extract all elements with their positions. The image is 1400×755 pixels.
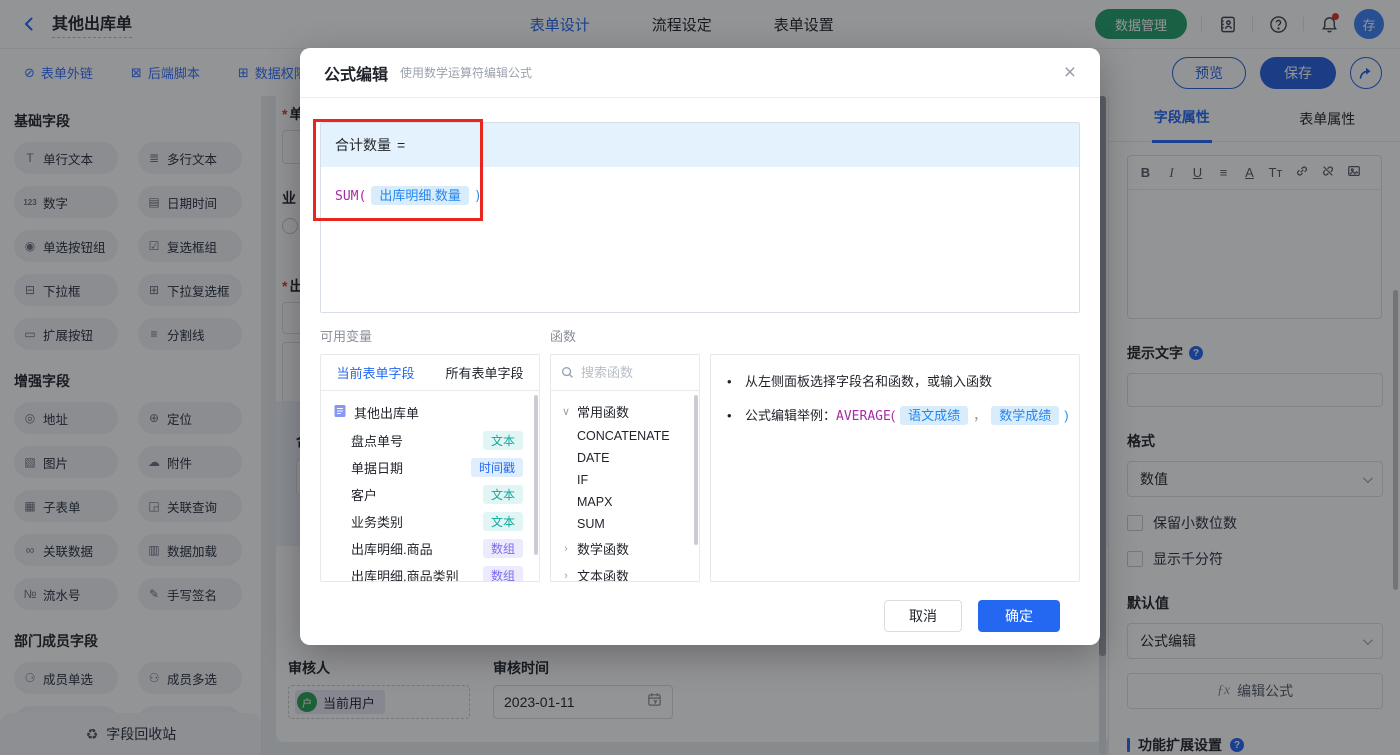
variable-type-tag: 数组: [482, 566, 523, 581]
app: 其他出库单 表单设计 流程设定 表单设置 数据管理 存 ⊘ 表单外链 ⊠ 后端脚…: [0, 0, 1400, 755]
function-search-input[interactable]: [581, 365, 681, 380]
variable-name: 盘点单号: [351, 434, 404, 449]
variables-label: 可用变量: [320, 329, 373, 344]
variable-name: 单据日期: [351, 461, 404, 476]
example-field-chip: 数学成绩: [991, 406, 1060, 425]
function-group-label: 常用函数: [577, 405, 630, 420]
function-group[interactable]: ∨ 常用函数: [551, 398, 699, 425]
function-item[interactable]: CONCATENATE: [551, 425, 699, 447]
cancel-button[interactable]: 取消: [884, 600, 962, 632]
formula-editor-area[interactable]: 合计数量 = SUM(出库明细.数量): [320, 122, 1080, 313]
function-item[interactable]: SUM: [551, 513, 699, 535]
modal-header: 公式编辑 使用数学运算符编辑公式 ×: [300, 48, 1100, 98]
function-item[interactable]: IF: [551, 469, 699, 491]
variable-item[interactable]: 客户 文本: [321, 481, 539, 508]
chevron-right-icon: ›: [564, 569, 568, 582]
formula-expression[interactable]: SUM(出库明细.数量): [321, 167, 1079, 222]
variable-type-tag: 文本: [482, 512, 523, 531]
help-panel: 从左侧面板选择字段名和函数，或输入函数 公式编辑举例：AVERAGE(语文成绩，…: [710, 354, 1080, 582]
search-icon: [561, 366, 573, 378]
variable-type-tag: 数组: [482, 539, 523, 558]
chevron-right-icon: ›: [564, 542, 568, 555]
modal-title: 公式编辑: [324, 66, 389, 84]
modal-subtitle: 使用数学运算符编辑公式: [400, 66, 533, 80]
variable-item[interactable]: 出库明细.商品 数组: [321, 535, 539, 562]
variable-type-tag: 时间戳: [470, 458, 523, 477]
variables-scrollbar-thumb[interactable]: [534, 395, 538, 555]
variable-type-tag: 文本: [482, 431, 523, 450]
tab-current-form-fields[interactable]: 当前表单字段: [321, 355, 430, 390]
modal-body: 合计数量 = SUM(出库明细.数量) 可用变量 函数 当前表单字段 所有表单字…: [300, 98, 1100, 632]
variables-tabs: 当前表单字段 所有表单字段: [321, 355, 539, 391]
tab-all-form-fields[interactable]: 所有表单字段: [430, 355, 539, 390]
function-group-label: 数学函数: [577, 542, 630, 557]
functions-label: 函数: [550, 329, 577, 344]
variable-list: 其他出库单 盘点单号 文本 单据日期 时间戳 客户 文本 业务类别 文本 出库明细.商品 数组 出库明…: [321, 391, 539, 582]
function-group[interactable]: › 文本函数: [551, 562, 699, 582]
help-example: 公式编辑举例：AVERAGE(语文成绩，数学成绩): [711, 405, 1071, 428]
variable-item[interactable]: 业务类别 文本: [321, 508, 539, 535]
variable-root-label: 其他出库单: [354, 406, 420, 421]
variable-type-tag: 文本: [482, 485, 523, 504]
chevron-down-icon: ∨: [561, 406, 571, 418]
close-icon[interactable]: ×: [1064, 62, 1076, 83]
function-name: SUM: [335, 189, 359, 204]
function-list: ∨ 常用函数 CONCATENATE DATE IF MAPX SUM › 数学函数 › 文本函数: [551, 391, 699, 582]
variable-item[interactable]: 出库明细.商品类别 数组: [321, 562, 539, 582]
variable-name: 出库明细.商品类别: [351, 569, 459, 582]
formula-target-row: 合计数量 =: [321, 123, 1079, 167]
variable-name: 业务类别: [351, 515, 404, 530]
variable-name: 出库明细.商品: [351, 542, 433, 557]
function-item[interactable]: DATE: [551, 447, 699, 469]
function-group[interactable]: › 数学函数: [551, 535, 699, 562]
help-tip: 从左侧面板选择字段名和函数，或输入函数: [711, 371, 1071, 393]
function-group-label: 文本函数: [577, 569, 630, 582]
field-reference-chip[interactable]: 出库明细.数量: [371, 186, 469, 205]
function-search-row: [551, 355, 699, 391]
variable-item[interactable]: 单据日期 时间戳: [321, 454, 539, 481]
equals-sign: =: [397, 137, 406, 153]
panel-labels: 可用变量 函数: [320, 326, 1080, 344]
functions-scrollbar-thumb[interactable]: [694, 395, 698, 545]
variable-name: 客户: [351, 488, 378, 503]
function-item[interactable]: MAPX: [551, 491, 699, 513]
variable-item[interactable]: 盘点单号 文本: [321, 427, 539, 454]
variable-tree-root[interactable]: 其他出库单: [321, 398, 539, 427]
document-icon: [333, 404, 347, 421]
variables-panel: 当前表单字段 所有表单字段 其他出库单 盘点单号 文本 单据日期 时间戳 客户 文本 业务类别…: [320, 354, 540, 582]
example-field-chip: 语文成绩: [900, 406, 969, 425]
formula-editor-modal: 公式编辑 使用数学运算符编辑公式 × 合计数量 = SUM(出库明细.数量) 可…: [300, 48, 1100, 645]
confirm-button[interactable]: 确定: [978, 600, 1060, 632]
panels-row: 当前表单字段 所有表单字段 其他出库单 盘点单号 文本 单据日期 时间戳 客户 文本 业务类别…: [320, 354, 1080, 582]
functions-panel: ∨ 常用函数 CONCATENATEDATEIFMAPXSUM › 数学函数 › 文本函数: [550, 354, 700, 582]
formula-target: 合计数量: [335, 137, 391, 153]
modal-footer: 取消 确定: [320, 582, 1080, 632]
